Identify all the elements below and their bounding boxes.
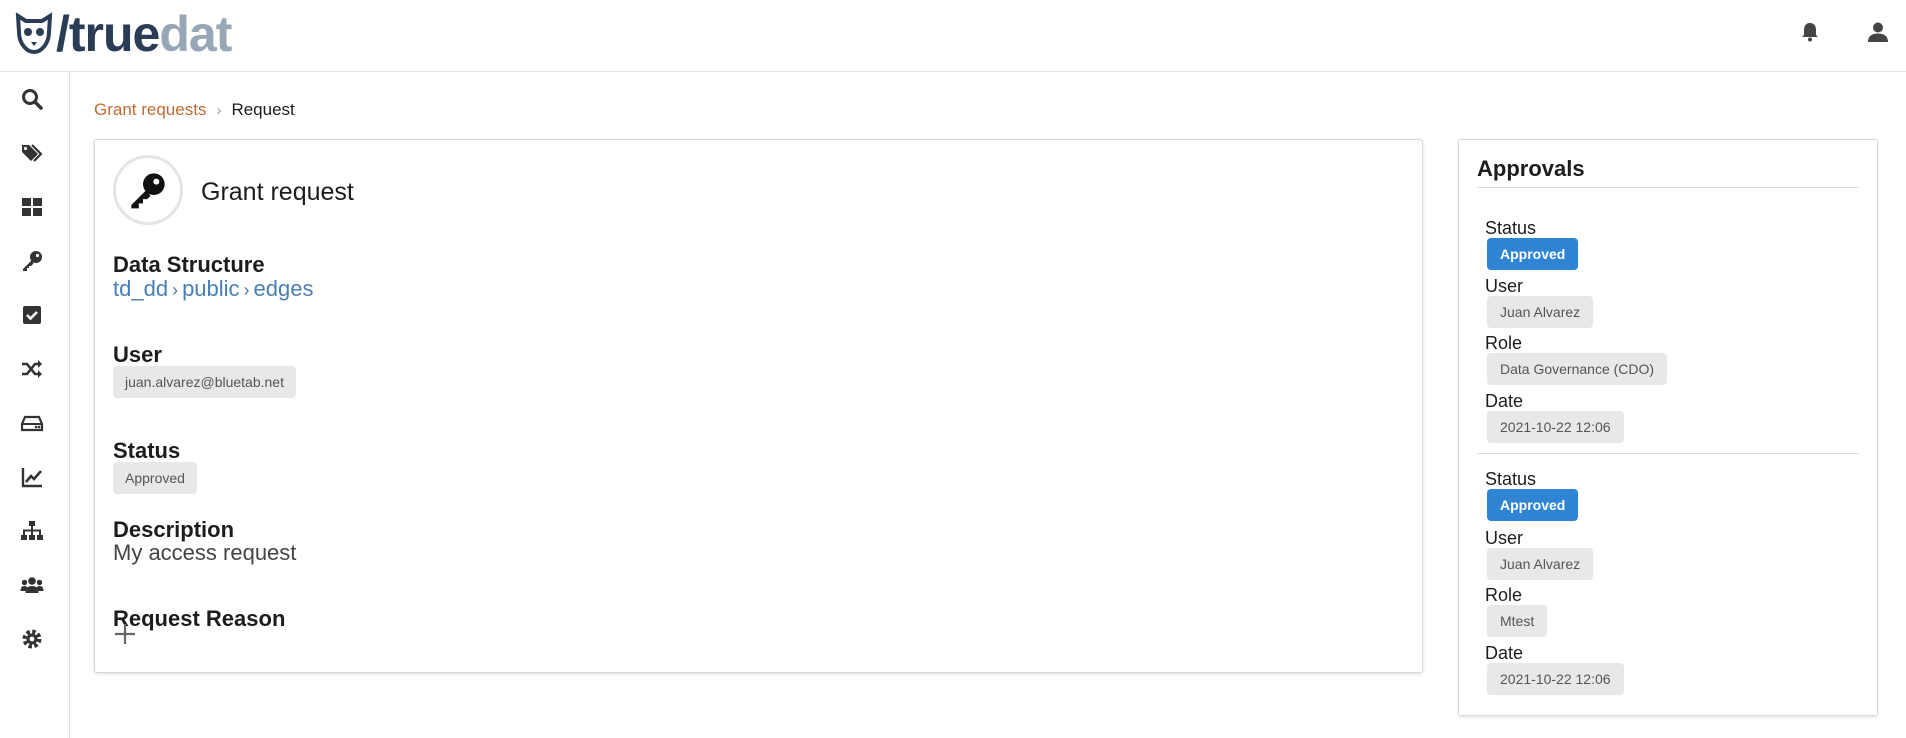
- approval-user-chip: Juan Alvarez: [1487, 296, 1594, 328]
- tags-icon: [22, 144, 43, 162]
- approval-date-label: Date: [1485, 391, 1524, 411]
- path-separator: ›: [243, 280, 250, 300]
- sidebar-item-search[interactable]: [19, 86, 45, 112]
- sidebar-item-users[interactable]: [19, 572, 45, 598]
- breadcrumb: Grant requests › Request: [94, 100, 295, 120]
- hard-drive-icon: [20, 415, 44, 432]
- chart-line-icon: [21, 468, 42, 488]
- logo-slash: /: [56, 6, 70, 62]
- key-icon: [23, 251, 42, 271]
- sidebar-item-tasks[interactable]: [19, 302, 45, 328]
- data-structure-path: td_dd › public › edges: [113, 276, 314, 302]
- approval-status-badge: Approved: [1487, 238, 1579, 270]
- plus-icon[interactable]: [113, 622, 137, 646]
- approval-status-badge: Approved: [1487, 489, 1579, 521]
- sidebar-item-grants[interactable]: [19, 248, 45, 274]
- approval-date-chip: 2021-10-22 12:06: [1487, 663, 1624, 695]
- approval-status-label: Status: [1485, 469, 1537, 489]
- path-part-schema[interactable]: public: [182, 276, 239, 301]
- page-title: Grant request: [201, 178, 354, 206]
- search-icon: [22, 89, 43, 110]
- users-icon: [20, 577, 44, 593]
- approval-user-label: User: [1485, 528, 1524, 548]
- approval-user-label: User: [1485, 276, 1524, 296]
- sidebar-item-dashboard[interactable]: [19, 194, 45, 220]
- approval-date-label: Date: [1485, 643, 1524, 663]
- approvals-title: Approvals: [1477, 156, 1585, 181]
- user-chip: juan.alvarez@bluetab.net: [113, 366, 296, 398]
- path-separator: ›: [172, 280, 179, 300]
- approval-role-chip: Mtest: [1487, 605, 1548, 637]
- user-icon[interactable]: [1866, 20, 1890, 44]
- approval-date-chip: 2021-10-22 12:06: [1487, 411, 1624, 443]
- grant-request-card: Grant request Data Structure td_dd › publi…: [94, 139, 1423, 673]
- approval-role-label: Role: [1485, 333, 1523, 353]
- key-icon: [131, 173, 165, 209]
- approval-user-chip: Juan Alvarez: [1487, 548, 1594, 580]
- status-chip: Approved: [113, 462, 197, 494]
- sidebar-item-tags[interactable]: [19, 140, 45, 166]
- approvals-divider: [1477, 187, 1859, 188]
- logo-text: /truedat: [56, 9, 232, 59]
- dashboard-icon: [22, 198, 42, 216]
- logo-true: true: [68, 6, 160, 62]
- sidebar-item-hierarchy[interactable]: [19, 518, 45, 544]
- description-value: My access request: [113, 540, 297, 565]
- sidebar: [0, 72, 70, 738]
- sidebar-item-storage[interactable]: [19, 410, 45, 436]
- data-structure-label: Data Structure: [113, 252, 265, 277]
- shuffle-icon: [22, 360, 42, 378]
- approval-divider: [1477, 453, 1859, 454]
- sidebar-item-settings[interactable]: [19, 626, 45, 652]
- gear-icon: [22, 629, 42, 649]
- breadcrumb-separator: ›: [216, 101, 222, 119]
- path-part-system[interactable]: td_dd: [113, 276, 168, 301]
- breadcrumb-grant-requests[interactable]: Grant requests: [94, 100, 206, 120]
- user-label: User: [113, 342, 162, 367]
- logo-dat: dat: [159, 6, 232, 62]
- sidebar-item-lineage[interactable]: [19, 356, 45, 382]
- top-bar: /truedat: [0, 0, 1906, 72]
- breadcrumb-current: Request: [231, 100, 295, 119]
- truedat-logo[interactable]: /truedat: [14, 9, 232, 59]
- approval-role-label: Role: [1485, 585, 1523, 605]
- sitemap-icon: [21, 521, 43, 540]
- approval-role-chip: Data Governance (CDO): [1487, 353, 1668, 385]
- approval-status-label: Status: [1485, 218, 1537, 238]
- path-part-structure[interactable]: edges: [254, 276, 314, 301]
- sidebar-item-quality[interactable]: [19, 464, 45, 490]
- status-label: Status: [113, 438, 181, 463]
- approvals-panel: Approvals Status Approved User Juan Alva…: [1458, 139, 1878, 716]
- check-square-icon: [23, 306, 41, 324]
- request-reason-label: Request Reason: [113, 606, 286, 631]
- owl-logo-icon: [15, 12, 53, 55]
- request-icon-circle: [113, 155, 183, 225]
- bell-icon[interactable]: [1798, 20, 1822, 44]
